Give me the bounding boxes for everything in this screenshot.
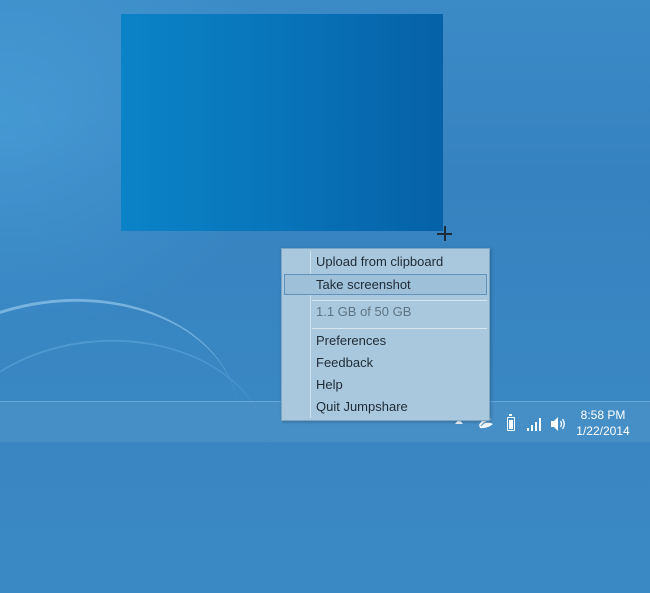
menu-item-quit-jumpshare[interactable]: Quit Jumpshare [284, 397, 487, 418]
volume-icon[interactable] [550, 416, 568, 432]
wallpaper-swoosh-secondary [0, 328, 279, 593]
menu-item-upload-from-clipboard[interactable]: Upload from clipboard [284, 252, 487, 273]
network-signal-icon[interactable] [527, 417, 543, 431]
screenshot-selection-region[interactable] [121, 14, 443, 231]
menu-item-help[interactable]: Help [284, 375, 487, 396]
menu-separator [312, 300, 487, 301]
clock-time: 8:58 PM [580, 408, 626, 422]
menu-item-feedback[interactable]: Feedback [284, 353, 487, 374]
menu-item-storage-usage: 1.1 GB of 50 GB [316, 304, 412, 319]
clock-date: 1/22/2014 [576, 424, 630, 438]
taskbar-clock[interactable]: 8:58 PM 1/22/2014 [570, 407, 636, 439]
crosshair-cursor-icon [437, 226, 453, 242]
menu-item-preferences[interactable]: Preferences [284, 331, 487, 352]
menu-separator [312, 328, 487, 329]
menu-item-take-screenshot[interactable]: Take screenshot [284, 274, 487, 295]
battery-icon[interactable] [507, 414, 515, 431]
jumpshare-context-menu: Upload from clipboard Take screenshot 1.… [281, 248, 490, 421]
